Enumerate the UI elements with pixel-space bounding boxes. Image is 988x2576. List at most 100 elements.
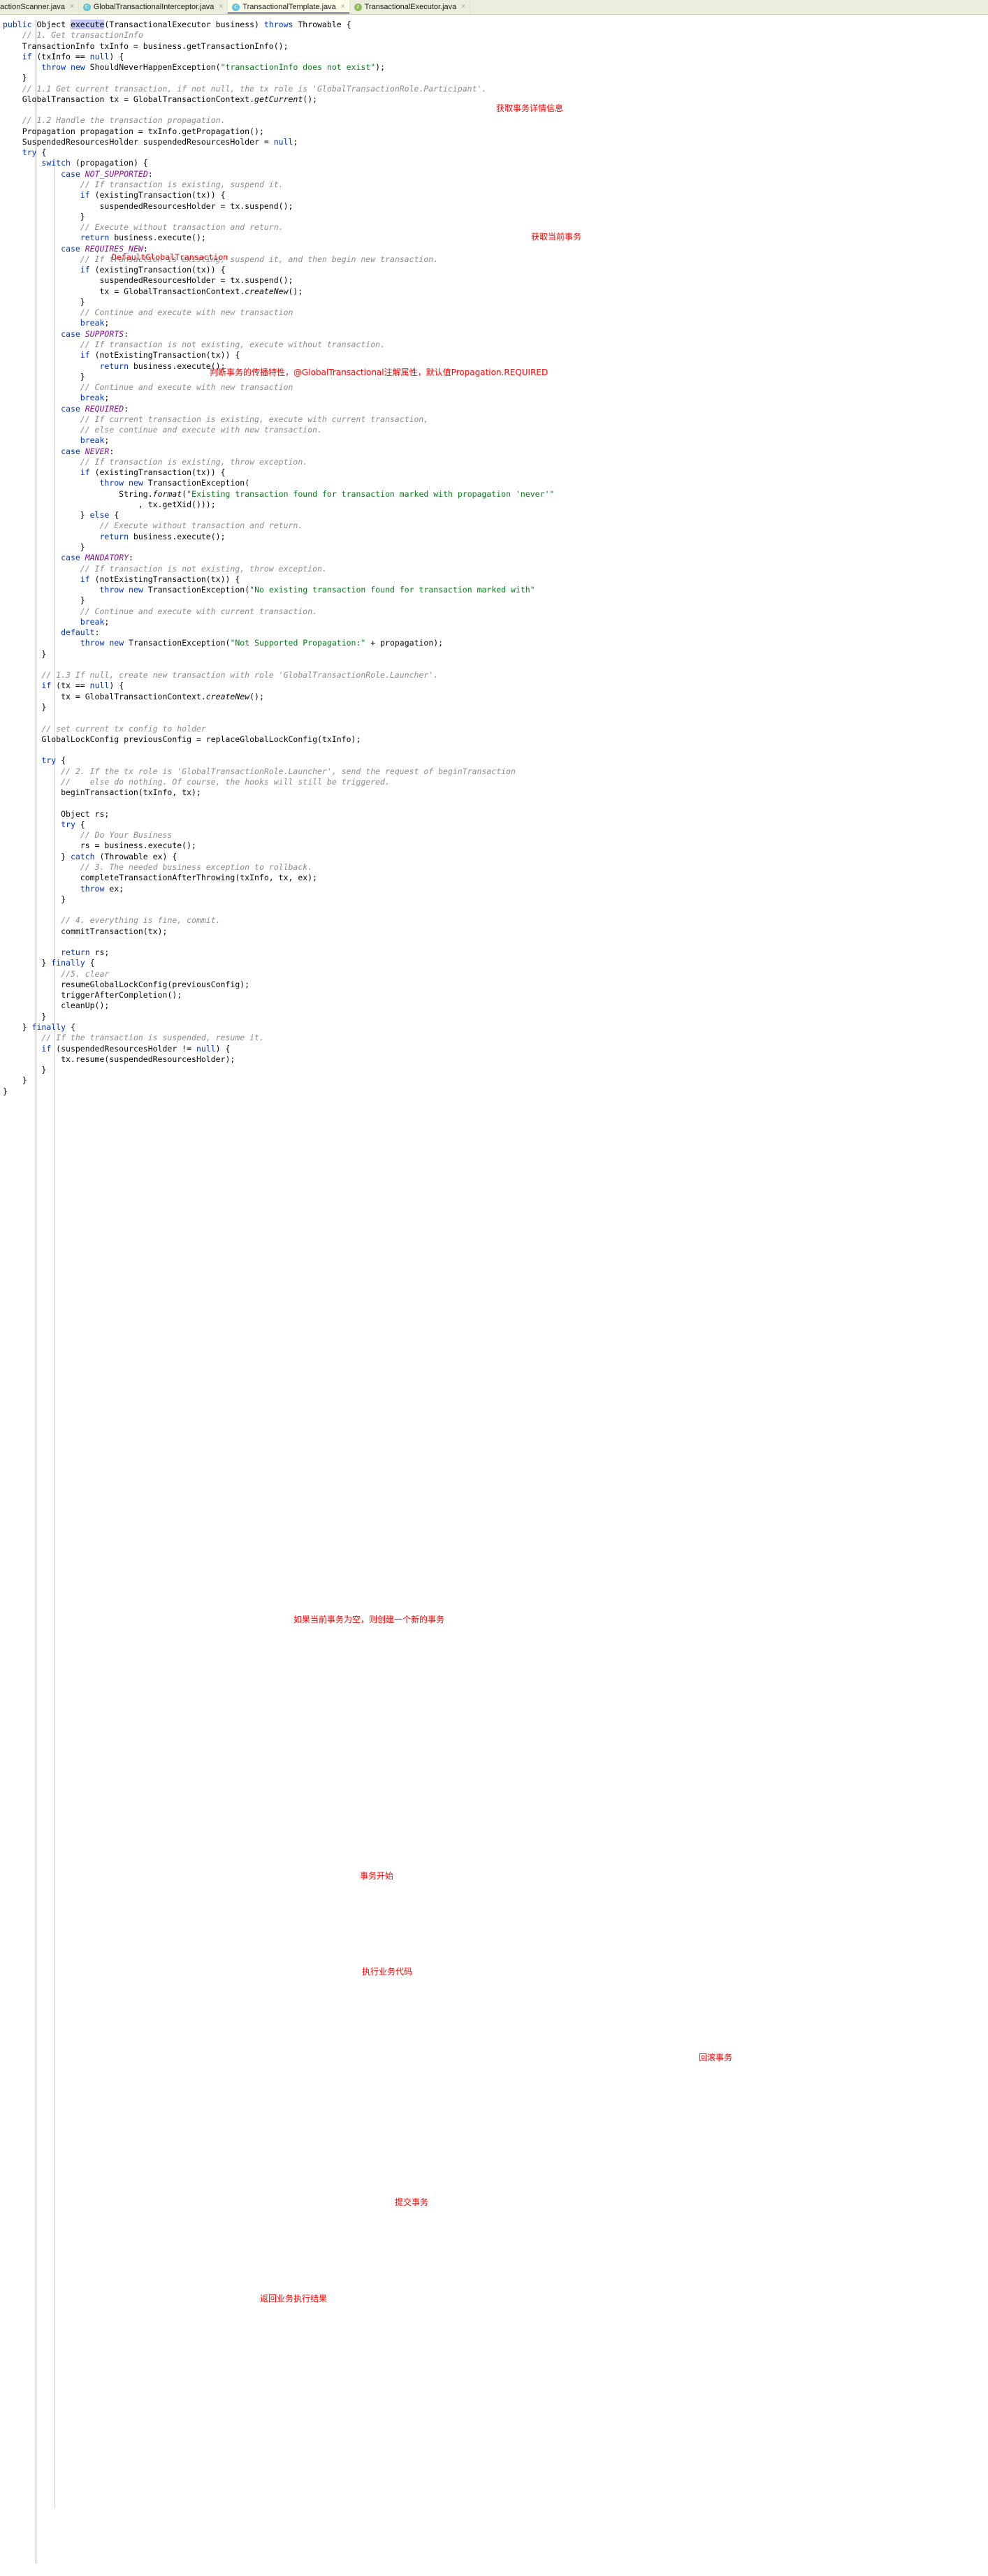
code-line: // Continue and execute with new transac… — [80, 382, 293, 393]
code-line: try { — [41, 755, 66, 766]
code-line: // If transaction is existing, suspend i… — [80, 254, 439, 264]
java-class-icon: C — [232, 3, 240, 11]
code-line: // If transaction is existing, suspend i… — [80, 179, 284, 189]
code-line: } — [3, 702, 47, 712]
code-line: GlobalTransaction tx = GlobalTransaction… — [3, 94, 318, 104]
code-line: if (existingTransaction(tx)) { — [80, 265, 226, 275]
tab-bar-empty-space — [470, 0, 988, 14]
code-line: // 3. The needed business exception to r… — [80, 861, 313, 872]
code-line: // Do Your Business — [80, 830, 173, 841]
code-line: case REQUIRED: — [61, 403, 129, 414]
code-line: public Object execute(TransactionalExecu… — [3, 20, 351, 29]
code-line: if (txInfo == null) { — [22, 51, 124, 61]
code-line: return business.execute(); — [80, 233, 206, 243]
code-line: break; — [80, 616, 110, 627]
code-editor[interactable]: public Object execute(TransactionalExecu… — [0, 15, 988, 2576]
code-line: cleanUp(); — [3, 1000, 110, 1011]
code-line: } else { — [3, 510, 119, 521]
code-line: tx = GlobalTransactionContext.createNew(… — [3, 691, 264, 701]
code-line: throw new ShouldNeverHappenException("tr… — [41, 62, 386, 73]
code-line: // 1. Get transactionInfo — [22, 30, 143, 41]
code-line: GlobalLockConfig previousConfig = replac… — [3, 734, 361, 744]
code-line: commitTransaction(tx); — [3, 926, 168, 936]
code-line: case SUPPORTS: — [61, 328, 129, 339]
tab-globaltransactionalinterceptor[interactable]: C GlobalTransactionalInterceptor.java × — [78, 0, 228, 14]
code-line: // 1.2 Handle the transaction propagatio… — [22, 115, 226, 126]
code-line: } — [3, 542, 85, 553]
tab-transactionaltemplate[interactable]: C TransactionalTemplate.java × — [228, 0, 350, 14]
close-icon[interactable]: × — [70, 3, 74, 10]
code-line: throw new TransactionException("Not Supp… — [80, 638, 444, 648]
close-icon[interactable]: × — [219, 3, 223, 10]
code-content[interactable]: public Object execute(TransactionalExecu… — [0, 20, 988, 1097]
code-line: } — [3, 1011, 47, 1021]
tab-label: GlobalTransactionalInterceptor.java — [93, 3, 215, 11]
anno-begin-tx: 事务开始 — [360, 1871, 394, 1881]
code-line: break; — [80, 435, 110, 446]
code-line: // Continue and execute with new transac… — [80, 307, 293, 318]
code-line: Propagation propagation = txInfo.getProp… — [3, 126, 264, 136]
close-icon[interactable]: × — [461, 3, 465, 10]
code-line: // Continue and execute with current tra… — [80, 606, 318, 616]
code-line: case REQUIRES_NEW: — [61, 243, 148, 254]
code-line: // If the transaction is suspended, resu… — [41, 1033, 264, 1043]
code-line: if (suspendedResourcesHolder != null) { — [41, 1043, 231, 1054]
code-line: throw new TransactionException("No exist… — [99, 585, 535, 595]
code-line: // 1.3 If null, create new transaction w… — [41, 670, 439, 681]
code-line: break; — [80, 318, 110, 328]
code-line: } catch (Throwable ex) { — [3, 851, 177, 861]
code-line: if (notExistingTransaction(tx)) { — [80, 574, 240, 584]
code-line: // If transaction is not existing, execu… — [80, 339, 385, 349]
code-line: } — [3, 648, 47, 659]
tab-transactionscanner[interactable]: actionScanner.java × — [0, 0, 79, 14]
code-line: } — [3, 595, 85, 606]
tab-label: actionScanner.java — [0, 3, 65, 11]
code-line: if (notExistingTransaction(tx)) { — [80, 350, 240, 361]
code-line: case NEVER: — [61, 446, 115, 456]
anno-create-new-tx: 如果当前事务为空，则创建一个新的事务 — [293, 1615, 445, 1624]
code-line: // If transaction is not existing, throw… — [80, 563, 327, 574]
code-line: } — [3, 1065, 47, 1075]
code-line: if (existingTransaction(tx)) { — [80, 190, 226, 201]
code-line: } — [3, 894, 66, 904]
code-line: suspendedResourcesHolder = tx.suspend(); — [3, 275, 293, 286]
code-line: // set current tx config to holder — [41, 723, 206, 734]
code-line: // else continue and execute with new tr… — [80, 425, 322, 435]
code-line: //5. clear — [61, 968, 110, 979]
code-line: tx = GlobalTransactionContext.createNew(… — [3, 286, 303, 296]
code-line: } — [3, 1086, 8, 1096]
code-line: switch (propagation) { — [41, 158, 148, 168]
code-line: tx.resume(suspendedResourcesHolder); — [3, 1054, 235, 1064]
code-line: throw ex; — [80, 883, 124, 894]
code-line: triggerAfterCompletion(); — [3, 990, 182, 1000]
tab-label: TransactionalExecutor.java — [364, 3, 457, 11]
anno-rollback-tx: 回滚事务 — [699, 2053, 733, 2062]
editor-tab-bar: actionScanner.java × C GlobalTransaction… — [0, 0, 988, 15]
tab-transactionalexecutor[interactable]: I TransactionalExecutor.java × — [349, 0, 471, 14]
code-line: } — [3, 1075, 27, 1086]
code-line: String.format("Existing transaction foun… — [3, 488, 555, 499]
code-line: // else do nothing. Of course, the hooks… — [61, 776, 390, 787]
code-line: } — [3, 211, 85, 221]
code-line: throw new TransactionException( — [99, 478, 250, 488]
close-icon[interactable]: × — [341, 3, 345, 10]
code-line: return business.execute(); — [99, 361, 226, 371]
code-line: // 2. If the tx role is 'GlobalTransacti… — [61, 766, 516, 776]
code-line: case NOT_SUPPORTED: — [61, 168, 153, 179]
code-line: } — [3, 371, 85, 381]
code-line: beginTransaction(txInfo, tx); — [3, 787, 201, 798]
anno-exec-business: 执行业务代码 — [362, 1967, 413, 1977]
anno-commit-tx: 提交事务 — [395, 2197, 429, 2207]
code-line: if (tx == null) { — [41, 681, 124, 691]
code-line: // If current transaction is existing, e… — [80, 414, 429, 424]
code-line: // Execute without transaction and retur… — [80, 222, 284, 233]
code-line: try { — [22, 147, 47, 158]
code-line: } — [3, 73, 27, 83]
code-line: return rs; — [61, 947, 110, 958]
code-line: // If transaction is existing, throw exc… — [80, 456, 308, 467]
